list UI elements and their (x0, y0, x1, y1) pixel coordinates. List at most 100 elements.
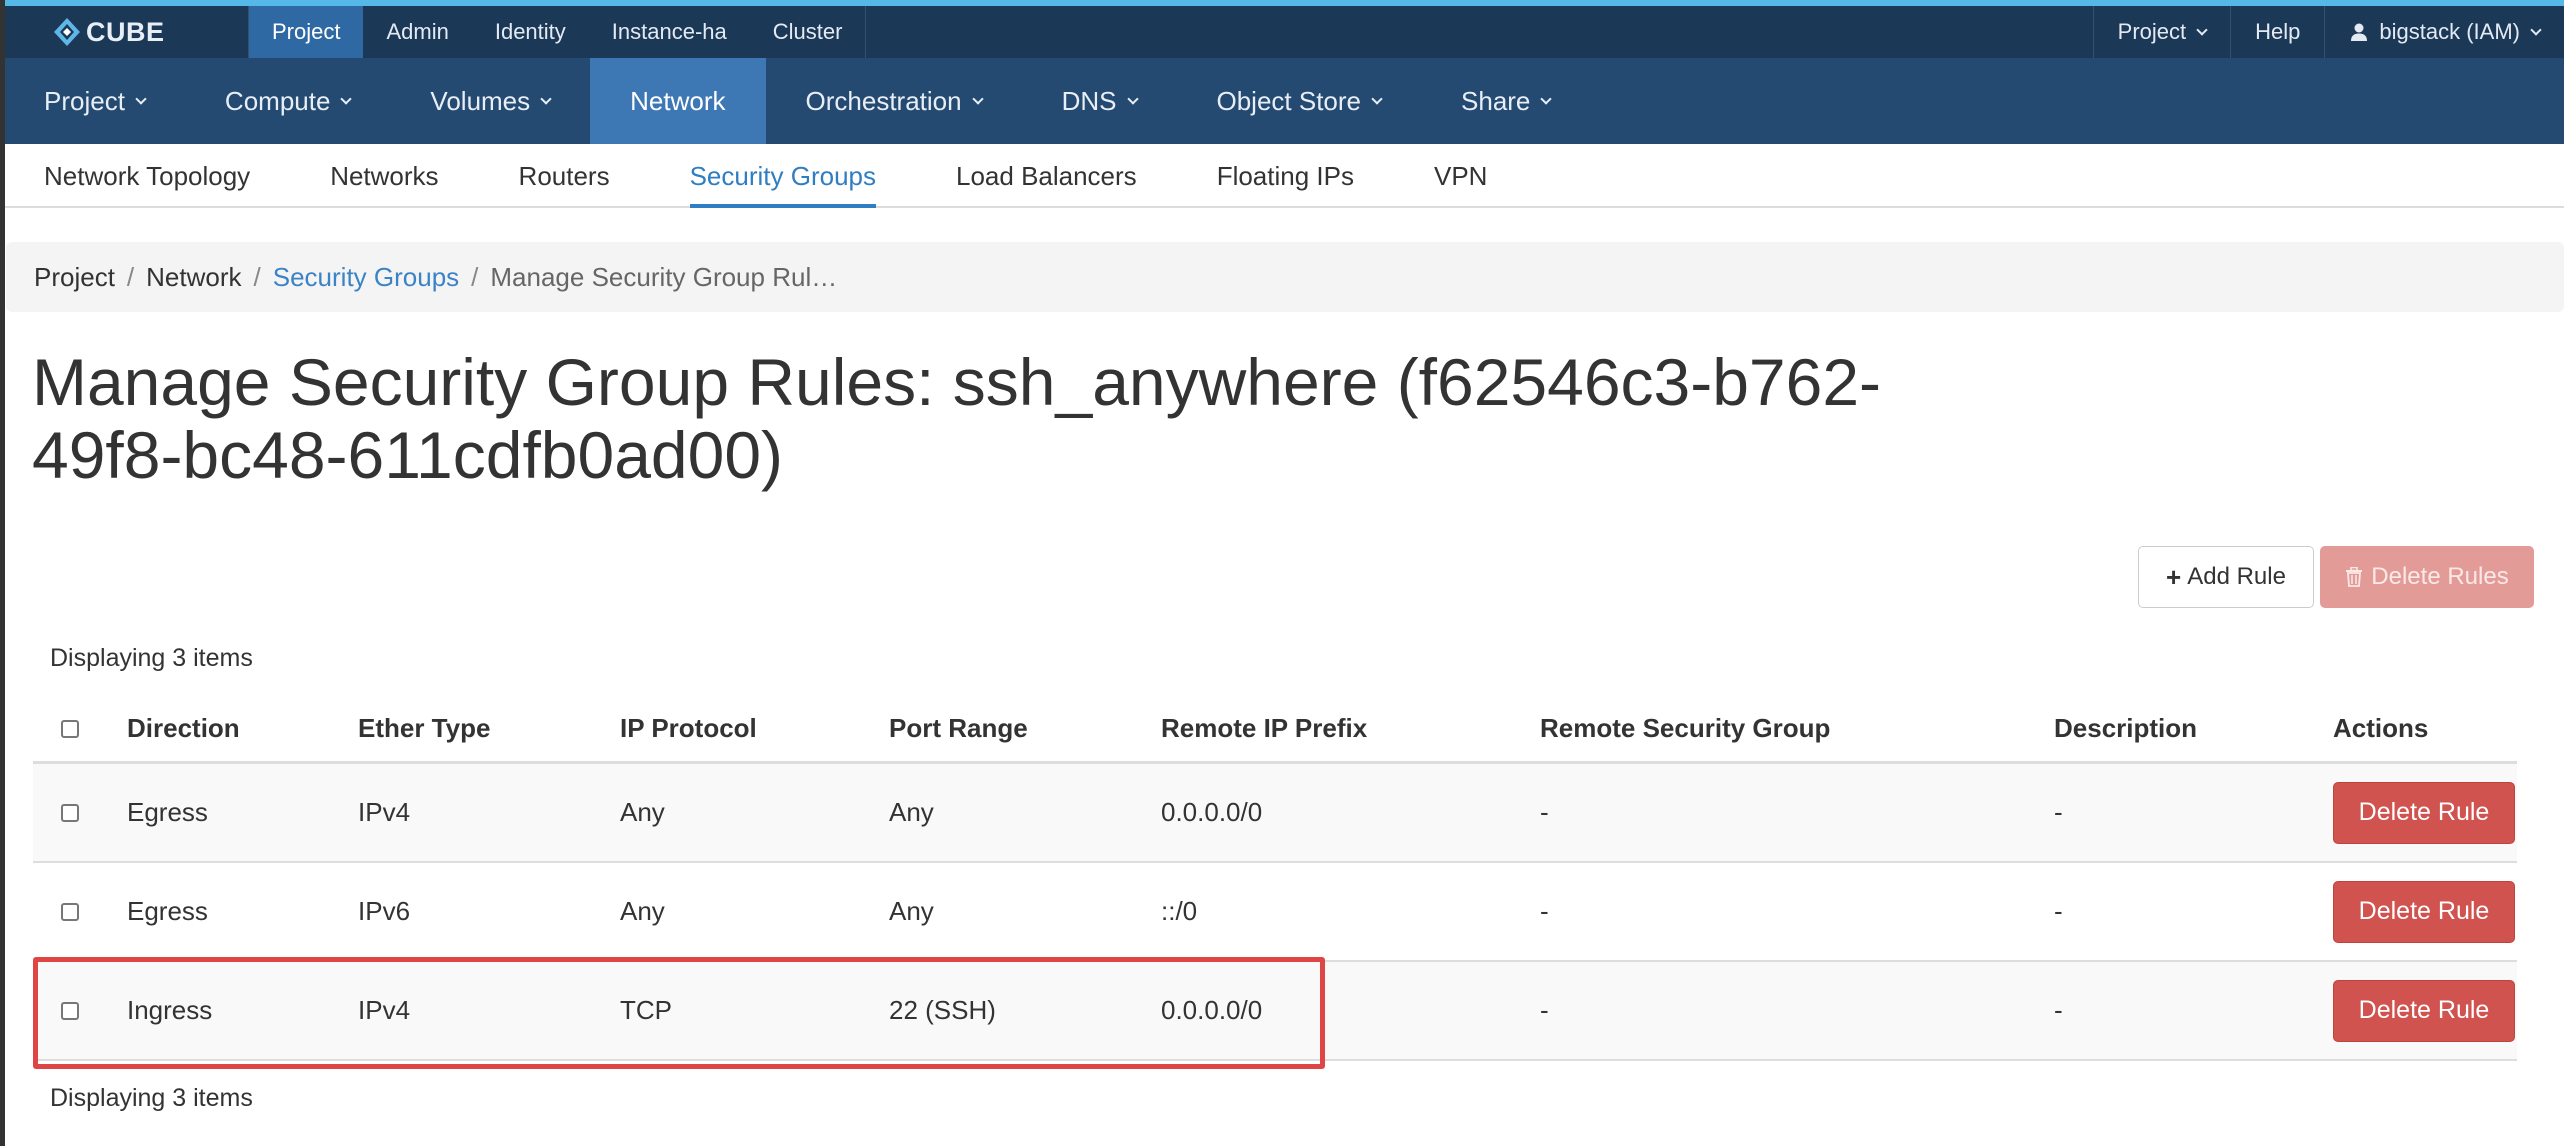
delete-rules-label: Delete Rules (2371, 563, 2509, 590)
trash-icon (2346, 567, 2363, 587)
project-switcher[interactable]: Project (2092, 6, 2230, 58)
table-row: Ingress IPv4 TCP 22 (SSH) 0.0.0.0/0 - - … (33, 962, 2517, 1061)
nav-compute[interactable]: Compute (185, 58, 391, 144)
top-tab-instance-ha[interactable]: Instance-ha (589, 6, 750, 58)
delete-rules-button[interactable]: Delete Rules (2320, 546, 2534, 608)
cell-remote-security-group: - (1540, 896, 1549, 926)
cell-remote-ip-prefix: 0.0.0.0/0 (1161, 995, 1263, 1025)
nav-item-label: Share (1461, 85, 1531, 116)
help-link[interactable]: Help (2230, 6, 2324, 58)
row-checkbox[interactable] (61, 1001, 79, 1020)
top-tabs: Project Admin Identity Instance-ha Clust… (248, 6, 867, 58)
top-tab-cluster[interactable]: Cluster (750, 6, 866, 58)
user-menu[interactable]: bigstack (IAM) (2324, 6, 2564, 58)
subnav-floating-ips[interactable]: Floating IPs (1217, 144, 1354, 208)
breadcrumb: Project / Network / Security Groups / Ma… (6, 242, 2564, 312)
nav-volumes[interactable]: Volumes (390, 58, 590, 144)
plus-icon: + (2166, 561, 2182, 592)
nav-item-label: Volumes (430, 85, 531, 116)
cell-ether-type: IPv4 (358, 995, 411, 1025)
chevron-down-icon (1540, 92, 1553, 105)
nav-object-store[interactable]: Object Store (1177, 58, 1422, 144)
subnav-vpn[interactable]: VPN (1434, 144, 1487, 208)
project-switcher-label: Project (2117, 19, 2187, 44)
header-direction[interactable]: Direction (127, 696, 240, 761)
cell-ip-protocol: Any (620, 797, 665, 827)
top-right-menu: Project Help bigstack (IAM) (2092, 6, 2564, 58)
header-actions: Actions (2333, 713, 2429, 743)
nav-orchestration[interactable]: Orchestration (766, 58, 1022, 144)
breadcrumb-current: Manage Security Group Rul… (490, 261, 838, 292)
cell-port-range: 22 (SSH) (889, 995, 996, 1025)
actions-cell: Delete Rule (2333, 863, 2515, 960)
select-all-checkbox[interactable] (61, 719, 79, 738)
chevron-down-icon (971, 92, 984, 105)
row-checkbox[interactable] (61, 902, 79, 921)
cell-remote-ip-prefix: 0.0.0.0/0 (1161, 797, 1263, 827)
delete-rule-button[interactable]: Delete Rule (2333, 979, 2515, 1042)
header-remote-security-group[interactable]: Remote Security Group (1540, 696, 1830, 761)
row-select-cell (61, 863, 79, 960)
table-row: Egress IPv4 Any Any 0.0.0.0/0 - - Delete… (33, 764, 2517, 863)
user-menu-label: bigstack (IAM) (2379, 19, 2520, 44)
logo[interactable]: CUBE (50, 14, 165, 50)
header-remote-ip-prefix[interactable]: Remote IP Prefix (1161, 696, 1367, 761)
item-count-bottom: Displaying 3 items (50, 1084, 253, 1112)
breadcrumb-separator: / (253, 261, 261, 292)
nav-item-label: Compute (224, 85, 331, 116)
row-select-cell (61, 962, 79, 1059)
chevron-down-icon (2530, 23, 2542, 36)
top-tab-project[interactable]: Project (249, 6, 364, 58)
logo-text: CUBE (86, 16, 165, 47)
breadcrumb-security-groups[interactable]: Security Groups (273, 262, 459, 293)
chevron-down-icon (540, 92, 552, 105)
cell-remote-security-group: - (1540, 797, 1549, 827)
nav-share[interactable]: Share (1421, 58, 1590, 144)
subnav-network-topology[interactable]: Network Topology (44, 144, 250, 208)
header-ether-type[interactable]: Ether Type (358, 696, 490, 761)
add-rule-label: Add Rule (2187, 563, 2286, 590)
cell-direction: Egress (127, 896, 208, 926)
header-port-range[interactable]: Port Range (889, 696, 1028, 761)
actions-cell: Delete Rule (2333, 764, 2515, 861)
breadcrumb-separator: / (126, 261, 135, 292)
cell-ip-protocol: Any (620, 896, 665, 926)
page-title: Manage Security Group Rules: ssh_anywher… (32, 345, 1882, 492)
rules-table: Direction Ether Type IP Protocol Port Ra… (33, 696, 2517, 1061)
cell-description: - (2054, 896, 2063, 926)
nav-project[interactable]: Project (4, 58, 185, 144)
nav-item-label: Project (44, 85, 125, 116)
cell-ip-protocol: TCP (620, 995, 672, 1025)
main-nav: Project Compute Volumes Network Orchestr… (0, 58, 2564, 144)
nav-dns[interactable]: DNS (1022, 58, 1177, 144)
breadcrumb-separator: / (471, 261, 479, 292)
cell-direction: Ingress (127, 995, 213, 1025)
add-rule-button[interactable]: + Add Rule (2138, 546, 2314, 608)
delete-rule-button[interactable]: Delete Rule (2333, 880, 2515, 943)
cell-remote-ip-prefix: ::/0 (1161, 896, 1198, 926)
breadcrumb-network: Network (146, 261, 242, 292)
subnav-load-balancers[interactable]: Load Balancers (956, 144, 1137, 208)
header-description[interactable]: Description (2054, 696, 2197, 761)
row-checkbox[interactable] (61, 803, 79, 822)
nav-network[interactable]: Network (590, 58, 766, 144)
actions-cell: Delete Rule (2333, 962, 2515, 1059)
subnav-routers[interactable]: Routers (519, 144, 610, 208)
breadcrumb-project: Project (34, 261, 115, 292)
delete-rule-button[interactable]: Delete Rule (2333, 781, 2515, 844)
nav-item-label: Object Store (1216, 85, 1362, 116)
cell-direction: Egress (127, 797, 208, 827)
cell-port-range: Any (889, 797, 934, 827)
cell-ether-type: IPv4 (358, 797, 411, 827)
subnav-security-groups[interactable]: Security Groups (689, 144, 877, 208)
chevron-down-icon (340, 92, 353, 105)
top-tab-identity[interactable]: Identity (472, 6, 589, 58)
header-ip-protocol[interactable]: IP Protocol (620, 696, 757, 761)
subnav-networks[interactable]: Networks (330, 144, 438, 208)
top-tab-admin[interactable]: Admin (363, 6, 471, 58)
nav-item-label: Network (630, 85, 726, 116)
cell-port-range: Any (889, 896, 934, 926)
top-bar: CUBE Project Admin Identity Instance-ha … (0, 6, 2564, 58)
cell-description: - (2054, 797, 2063, 827)
nav-item-label: DNS (1061, 85, 1117, 116)
